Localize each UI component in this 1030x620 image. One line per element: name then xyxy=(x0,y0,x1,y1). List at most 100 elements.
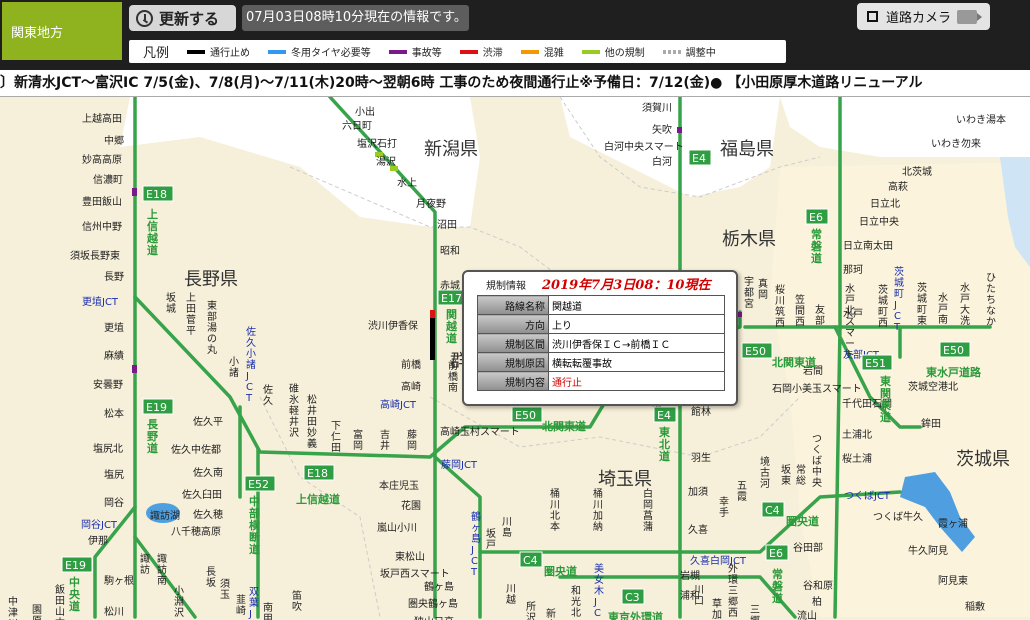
ic-label[interactable]: 筑 xyxy=(775,305,785,318)
ic-label[interactable]: 所 xyxy=(526,601,536,613)
ic-label[interactable]: 橋 xyxy=(448,370,458,383)
ic-label[interactable]: 井 xyxy=(289,415,299,428)
jct-label[interactable]: 小 xyxy=(246,348,256,360)
ic-label[interactable]: 東 xyxy=(917,314,927,327)
ic-label[interactable]: 久 xyxy=(263,395,273,407)
ic-label[interactable]: 六日町 xyxy=(342,120,372,132)
ic-label[interactable]: 東 xyxy=(207,299,217,312)
ic-label[interactable]: 西 xyxy=(728,608,738,619)
ic-label[interactable]: 茨 xyxy=(917,281,927,294)
ic-label[interactable]: 富 xyxy=(353,428,363,441)
jct-label[interactable]: C xyxy=(894,311,901,322)
ic-label[interactable]: 豊田飯山 xyxy=(82,195,122,208)
ic-label[interactable]: 川 xyxy=(506,584,516,595)
ic-label[interactable]: 長 xyxy=(206,566,216,578)
ic-label[interactable]: 土浦北 xyxy=(842,428,872,441)
ic-label[interactable]: 伊那 xyxy=(88,535,108,547)
ic-label[interactable]: 圏央鶴ヶ島 xyxy=(408,597,458,610)
ic-label[interactable]: 宮 xyxy=(744,297,754,310)
checkbox-icon[interactable] xyxy=(867,11,878,22)
jct-label[interactable]: ヶ xyxy=(471,523,481,534)
jct-label[interactable]: J xyxy=(248,609,252,620)
ic-label[interactable]: 花園 xyxy=(401,499,421,512)
ic-label[interactable]: 部 xyxy=(207,310,217,323)
jct-label[interactable]: C xyxy=(594,608,601,619)
ic-label[interactable]: 西 xyxy=(775,318,785,329)
ic-label[interactable]: 央 xyxy=(812,476,822,489)
ic-label[interactable]: 川 xyxy=(775,296,785,307)
ic-label[interactable]: 湯沢 xyxy=(376,155,396,168)
ic-label[interactable]: 水 xyxy=(938,292,948,304)
ic-label[interactable]: 韮 xyxy=(236,594,246,606)
ic-label[interactable]: 柏 xyxy=(812,595,822,608)
jct-label[interactable]: 島 xyxy=(471,532,481,545)
ic-label[interactable]: 軽 xyxy=(289,405,299,417)
ic-label[interactable]: 鉾田 xyxy=(921,417,941,430)
ic-label[interactable]: つ xyxy=(812,434,822,445)
ic-label[interactable]: 茨 xyxy=(878,283,888,296)
ic-label[interactable]: 松 xyxy=(307,393,317,406)
ic-label[interactable]: 沢 xyxy=(289,426,299,439)
ic-label[interactable]: 三 xyxy=(750,605,760,616)
ic-label[interactable]: 崎 xyxy=(236,604,246,617)
ic-label[interactable]: 牛久阿見 xyxy=(908,544,948,557)
ic-label[interactable]: 日立中央 xyxy=(859,215,899,228)
ic-label[interactable]: 岩槻 xyxy=(680,569,700,582)
ic-label[interactable]: 義 xyxy=(307,437,317,450)
ic-label[interactable]: 水戸 xyxy=(843,308,863,320)
ic-label[interactable]: 白河中央スマート xyxy=(604,140,684,153)
ic-label[interactable]: 井 xyxy=(380,439,390,452)
ic-label[interactable]: 吉 xyxy=(380,429,390,441)
ic-label[interactable]: 口 xyxy=(694,596,704,607)
ic-label[interactable]: つくば牛久 xyxy=(873,510,923,523)
ic-label[interactable]: 越 xyxy=(506,593,516,606)
ic-label[interactable]: 谷和原 xyxy=(803,580,833,592)
ic-label[interactable]: 妙 xyxy=(307,426,317,439)
ic-label[interactable]: 坂 xyxy=(486,528,496,540)
ic-label[interactable]: 中郷 xyxy=(104,134,124,147)
ic-label[interactable]: 白 xyxy=(643,487,653,500)
ic-label[interactable]: 城 xyxy=(166,303,176,315)
ic-label[interactable]: 沢 xyxy=(174,606,184,619)
ic-label[interactable]: 月夜野 xyxy=(416,197,446,210)
ic-label[interactable]: 南 xyxy=(263,601,273,614)
ic-label[interactable]: 中 xyxy=(812,465,822,478)
ic-label[interactable]: 玉 xyxy=(220,590,230,601)
ic-label[interactable]: 稲敷 xyxy=(965,600,985,613)
ic-label[interactable]: 松本 xyxy=(104,407,124,420)
ic-label[interactable]: 北茨城 xyxy=(902,165,932,178)
ic-label[interactable]: 幸 xyxy=(719,496,729,508)
ic-label[interactable]: 岡 xyxy=(353,440,363,452)
ic-label[interactable]: 南 xyxy=(938,313,948,326)
ic-label[interactable]: 妙高高原 xyxy=(82,153,122,166)
jct-label[interactable]: T xyxy=(245,393,253,404)
ic-label[interactable]: 西 xyxy=(878,318,888,329)
ic-label[interactable]: 田 xyxy=(55,596,65,607)
ic-label[interactable]: 都 xyxy=(744,287,754,299)
ic-label[interactable]: 島 xyxy=(502,526,512,539)
ic-label[interactable]: 須坂長野東 xyxy=(70,249,120,262)
ic-label[interactable]: 高崎玉村スマート xyxy=(440,425,520,438)
ic-label[interactable]: 郷 xyxy=(728,596,738,608)
ic-label[interactable]: 沼田 xyxy=(437,218,457,231)
ic-label[interactable]: 田 xyxy=(186,304,196,315)
ic-label[interactable]: 町 xyxy=(917,305,927,316)
ic-label[interactable]: 甲 xyxy=(263,614,273,620)
jct-label[interactable]: つくばJCT xyxy=(844,490,891,502)
ic-label[interactable]: 桜土浦 xyxy=(842,452,872,465)
ic-label[interactable]: 山 xyxy=(55,606,65,618)
ic-label[interactable]: 北 xyxy=(571,607,581,619)
ic-label[interactable]: 小 xyxy=(174,585,184,597)
ic-label[interactable]: 訪 xyxy=(157,563,167,576)
jct-label[interactable]: 久喜白岡JCT xyxy=(690,554,747,567)
ic-label[interactable]: 桶 xyxy=(550,487,560,500)
ic-label[interactable]: 中 xyxy=(8,595,18,608)
ic-label[interactable]: 羽生 xyxy=(691,451,711,464)
ic-label[interactable]: 上越高田 xyxy=(82,112,122,125)
ic-label[interactable]: 川 xyxy=(502,517,512,528)
ic-label[interactable]: 総 xyxy=(796,474,806,487)
ic-label[interactable]: 本庄児玉 xyxy=(379,479,419,492)
ic-label[interactable]: 戸 xyxy=(960,293,970,305)
ic-label[interactable]: 佐久穂 xyxy=(193,508,223,521)
ic-label[interactable]: 流山 xyxy=(797,609,817,620)
